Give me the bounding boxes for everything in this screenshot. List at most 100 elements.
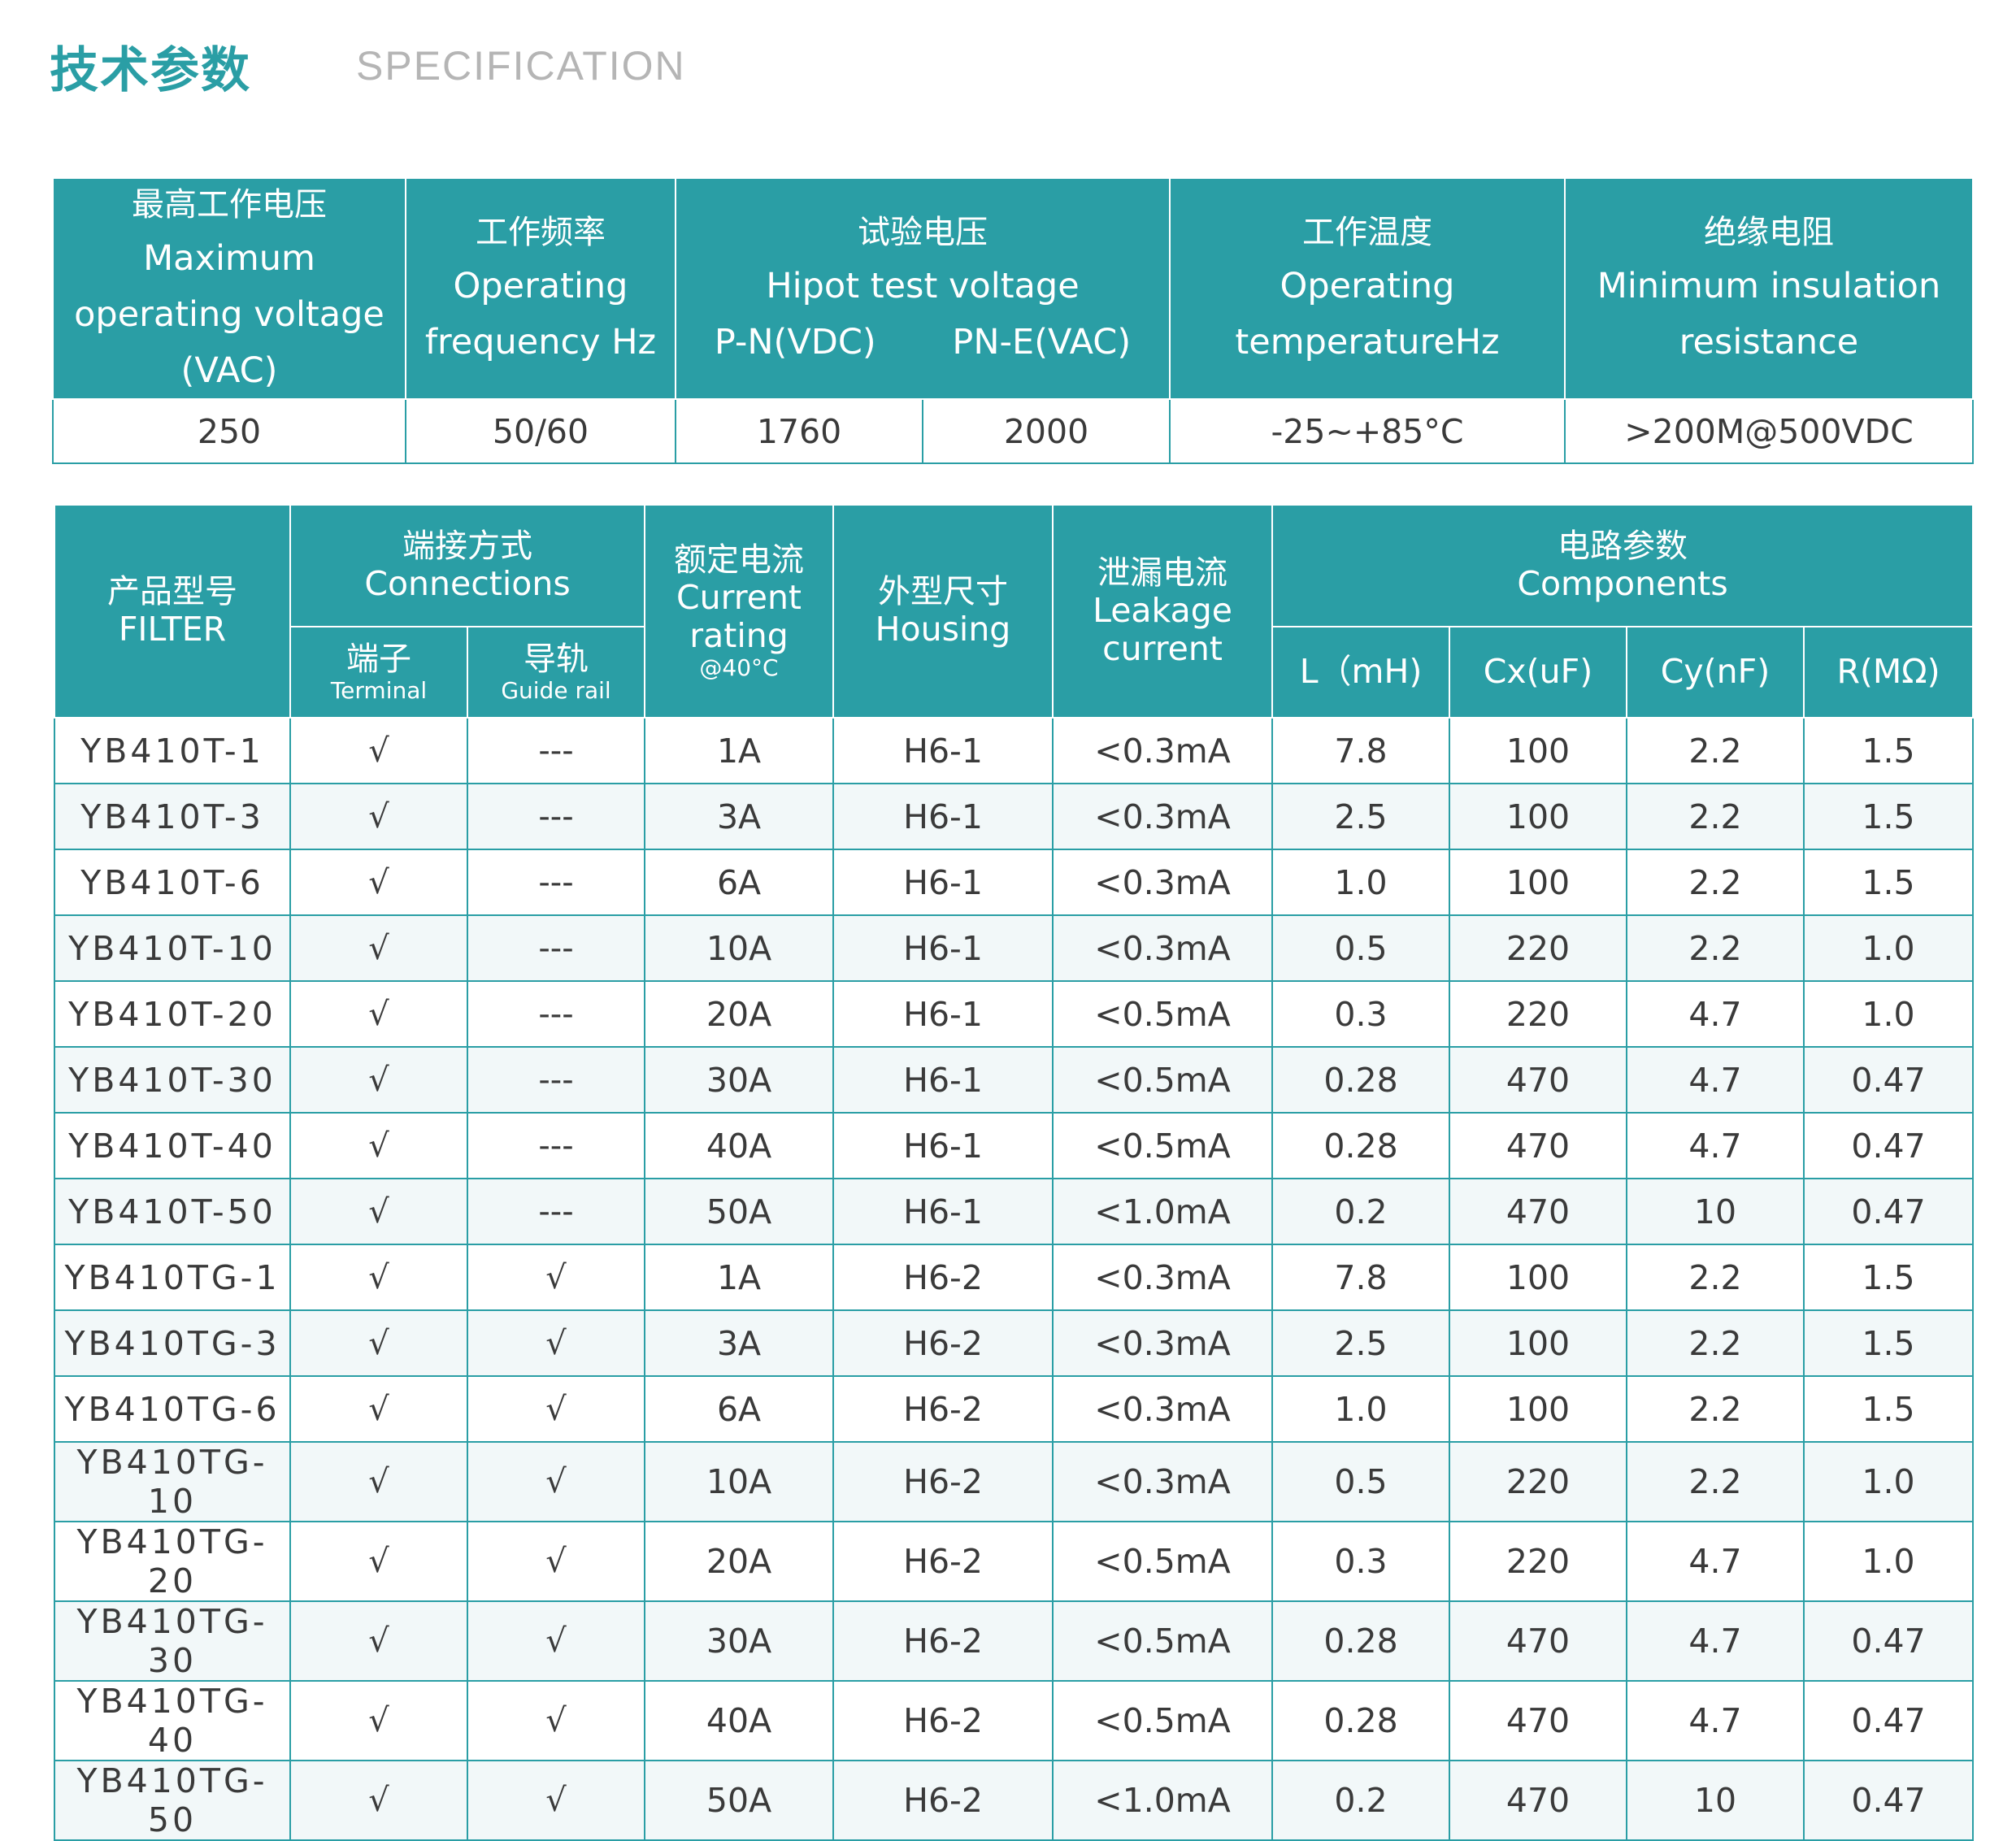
- cell-leakage: <0.3mA: [1052, 1244, 1274, 1311]
- table-row: YB410TG-6 √ √ 6A H6-2 <0.3mA 1.0 100 2.2 1.5: [54, 1375, 1975, 1443]
- header-leakage: 泄漏电流 Leakage current: [1052, 504, 1274, 719]
- cell-cy: 4.7: [1626, 1112, 1805, 1179]
- table-row: YB410TG-40 √ √ 40A H6-2 <0.5mA 0.28 470 4.7 0.47: [54, 1680, 1975, 1761]
- cell-model: YB410TG-30: [54, 1600, 291, 1682]
- cell-housing: H6-2: [832, 1600, 1054, 1682]
- cell-terminal-check: √: [289, 1375, 468, 1443]
- cell-leakage: <0.5mA: [1052, 1112, 1274, 1179]
- cell-terminal-check: √: [289, 1244, 468, 1311]
- value-max-voltage: 250: [52, 398, 406, 465]
- cell-cy: 2.2: [1626, 1375, 1805, 1443]
- cell-cy: 10: [1626, 1760, 1805, 1841]
- general-values-row: 250 50/60 1760 2000 -25~+85°C >200M@500V…: [52, 398, 1974, 465]
- table-row: YB410T-40 √ --- 40A H6-1 <0.5mA 0.28 470 4.7 0.47: [54, 1112, 1975, 1179]
- cell-cx: 470: [1449, 1760, 1628, 1841]
- cell-model: YB410TG-50: [54, 1760, 291, 1841]
- cell-resistance: 1.0: [1803, 1521, 1975, 1602]
- cell-terminal-check: √: [289, 1309, 468, 1377]
- cell-leakage: <0.5mA: [1052, 980, 1274, 1048]
- cell-cx: 470: [1449, 1680, 1628, 1761]
- cell-housing: H6-2: [832, 1244, 1054, 1311]
- cell-inductance: 0.2: [1271, 1178, 1451, 1245]
- cell-resistance: 0.47: [1803, 1680, 1975, 1761]
- cell-inductance: 0.28: [1271, 1046, 1451, 1114]
- value-hipot-pne: 2000: [922, 398, 1171, 465]
- cell-leakage: <0.3mA: [1052, 1441, 1274, 1522]
- cell-model: YB410T-6: [54, 849, 291, 916]
- header-terminal: 端子 Terminal: [289, 626, 468, 719]
- cell-guide-rail: √: [466, 1680, 646, 1761]
- cell-cx: 470: [1449, 1178, 1628, 1245]
- cell-guide-rail: ---: [466, 783, 646, 850]
- cell-resistance: 1.5: [1803, 783, 1975, 850]
- cell-housing: H6-1: [832, 1178, 1054, 1245]
- cell-inductance: 0.3: [1271, 1521, 1451, 1602]
- cell-leakage: <1.0mA: [1052, 1178, 1274, 1245]
- header-cy: Cy(nF): [1626, 626, 1805, 719]
- header-max-voltage: 最高工作电压 Maximum operating voltage (VAC): [52, 176, 419, 401]
- cell-resistance: 1.5: [1803, 1244, 1975, 1311]
- cell-resistance: 1.0: [1803, 980, 1975, 1048]
- cell-cx: 100: [1449, 1309, 1628, 1377]
- cell-cy: 2.2: [1626, 717, 1805, 784]
- cell-model: YB410T-1: [54, 717, 291, 784]
- table-row: YB410T-3 √ --- 3A H6-1 <0.3mA 2.5 100 2.2 1.5: [54, 783, 1975, 850]
- header-r: R(MΩ): [1803, 626, 1975, 719]
- general-spec-table: 最高工作电压 Maximum operating voltage (VAC) 工…: [52, 176, 1974, 465]
- cell-resistance: 1.5: [1803, 1375, 1975, 1443]
- cell-guide-rail: ---: [466, 1046, 646, 1114]
- cell-inductance: 0.28: [1271, 1600, 1451, 1682]
- cell-cy: 2.2: [1626, 914, 1805, 982]
- header-insulation: 绝缘电阻 Minimum insulation resistance: [1564, 176, 1974, 401]
- cell-current: 30A: [644, 1046, 835, 1114]
- cell-leakage: <0.3mA: [1052, 1309, 1274, 1377]
- cell-model: YB410TG-40: [54, 1680, 291, 1761]
- cell-model: YB410T-30: [54, 1046, 291, 1114]
- cell-current: 1A: [644, 717, 835, 784]
- cell-guide-rail: √: [466, 1760, 646, 1841]
- cell-terminal-check: √: [289, 1046, 468, 1114]
- cell-model: YB410T-10: [54, 914, 291, 982]
- cell-inductance: 0.3: [1271, 980, 1451, 1048]
- table-row: YB410TG-3 √ √ 3A H6-2 <0.3mA 2.5 100 2.2 1.5: [54, 1309, 1975, 1377]
- cell-current: 50A: [644, 1178, 835, 1245]
- cell-current: 20A: [644, 1521, 835, 1602]
- cell-model: YB410T-40: [54, 1112, 291, 1179]
- cell-guide-rail: √: [466, 1441, 646, 1522]
- cell-guide-rail: ---: [466, 849, 646, 916]
- cell-guide-rail: √: [466, 1521, 646, 1602]
- cell-leakage: <0.3mA: [1052, 783, 1274, 850]
- cell-leakage: <0.3mA: [1052, 1375, 1274, 1443]
- cell-cx: 100: [1449, 1244, 1628, 1311]
- value-temperature: -25~+85°C: [1169, 398, 1566, 465]
- cell-inductance: 0.2: [1271, 1760, 1451, 1841]
- cell-guide-rail: ---: [466, 1178, 646, 1245]
- cell-cx: 100: [1449, 849, 1628, 916]
- cell-housing: H6-2: [832, 1680, 1054, 1761]
- table-row: YB410T-30 √ --- 30A H6-1 <0.5mA 0.28 470 4.7 0.47: [54, 1046, 1975, 1114]
- cell-model: YB410TG-3: [54, 1309, 291, 1377]
- cell-current: 10A: [644, 1441, 835, 1522]
- cell-leakage: <0.5mA: [1052, 1046, 1274, 1114]
- cell-cx: 220: [1449, 1521, 1628, 1602]
- cell-inductance: 1.0: [1271, 1375, 1451, 1443]
- cell-leakage: <0.5mA: [1052, 1600, 1274, 1682]
- cell-current: 1A: [644, 1244, 835, 1311]
- cell-guide-rail: √: [466, 1600, 646, 1682]
- cell-inductance: 7.8: [1271, 1244, 1451, 1311]
- cell-inductance: 0.28: [1271, 1112, 1451, 1179]
- cell-terminal-check: √: [289, 980, 468, 1048]
- cell-inductance: 7.8: [1271, 717, 1451, 784]
- header-hipot-pne: PN-E(VAC): [952, 322, 1132, 363]
- cell-guide-rail: ---: [466, 980, 646, 1048]
- cell-guide-rail: √: [466, 1244, 646, 1311]
- cell-housing: H6-2: [832, 1760, 1054, 1841]
- header-components: 电路参数 Components: [1271, 504, 1975, 627]
- cell-cy: 4.7: [1626, 1600, 1805, 1682]
- cell-inductance: 1.0: [1271, 849, 1451, 916]
- cell-inductance: 0.5: [1271, 914, 1451, 982]
- cell-inductance: 0.5: [1271, 1441, 1451, 1522]
- cell-leakage: <0.5mA: [1052, 1521, 1274, 1602]
- table-row: YB410T-6 √ --- 6A H6-1 <0.3mA 1.0 100 2.2 1.5: [54, 849, 1975, 916]
- cell-housing: H6-1: [832, 914, 1054, 982]
